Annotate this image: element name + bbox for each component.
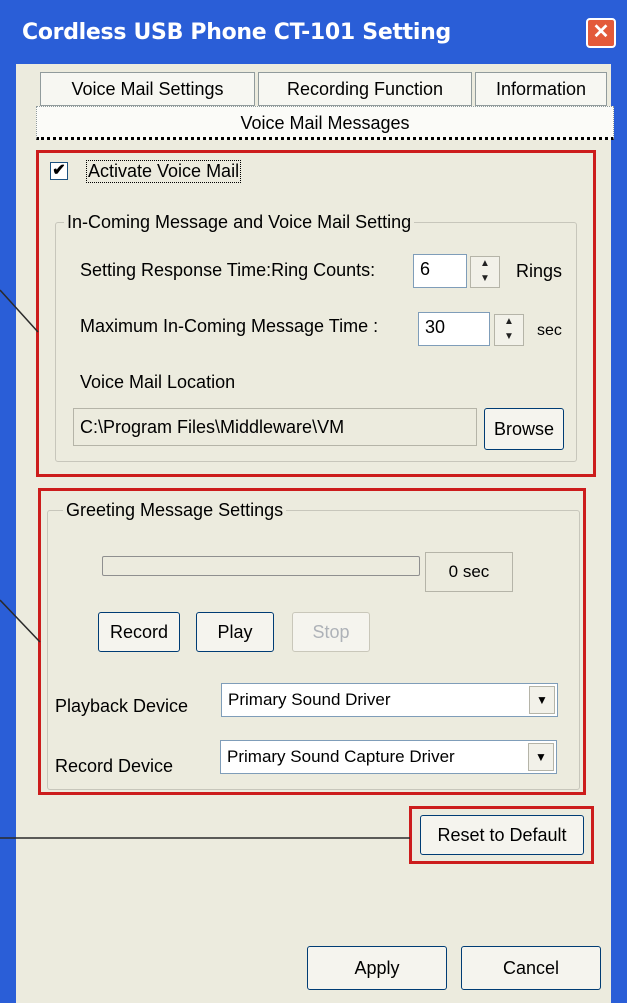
window-border-right	[611, 64, 627, 1003]
annotation-box-reset	[409, 806, 594, 864]
settings-window: Cordless USB Phone CT-101 Setting ✕ Voic…	[0, 0, 627, 1003]
close-icon[interactable]: ✕	[586, 18, 616, 48]
window-border-left	[0, 64, 16, 1003]
window-title: Cordless USB Phone CT-101 Setting	[22, 20, 451, 45]
annotation-box-greeting	[38, 488, 586, 795]
apply-button[interactable]: Apply	[307, 946, 447, 990]
tab-voice-mail-messages[interactable]: Voice Mail Messages	[36, 106, 614, 140]
tab-voice-mail-settings[interactable]: Voice Mail Settings	[40, 72, 255, 106]
tab-recording-function[interactable]: Recording Function	[258, 72, 472, 106]
annotation-box-voice-mail	[36, 150, 596, 477]
cancel-button[interactable]: Cancel	[461, 946, 601, 990]
tab-information[interactable]: Information	[475, 72, 607, 106]
